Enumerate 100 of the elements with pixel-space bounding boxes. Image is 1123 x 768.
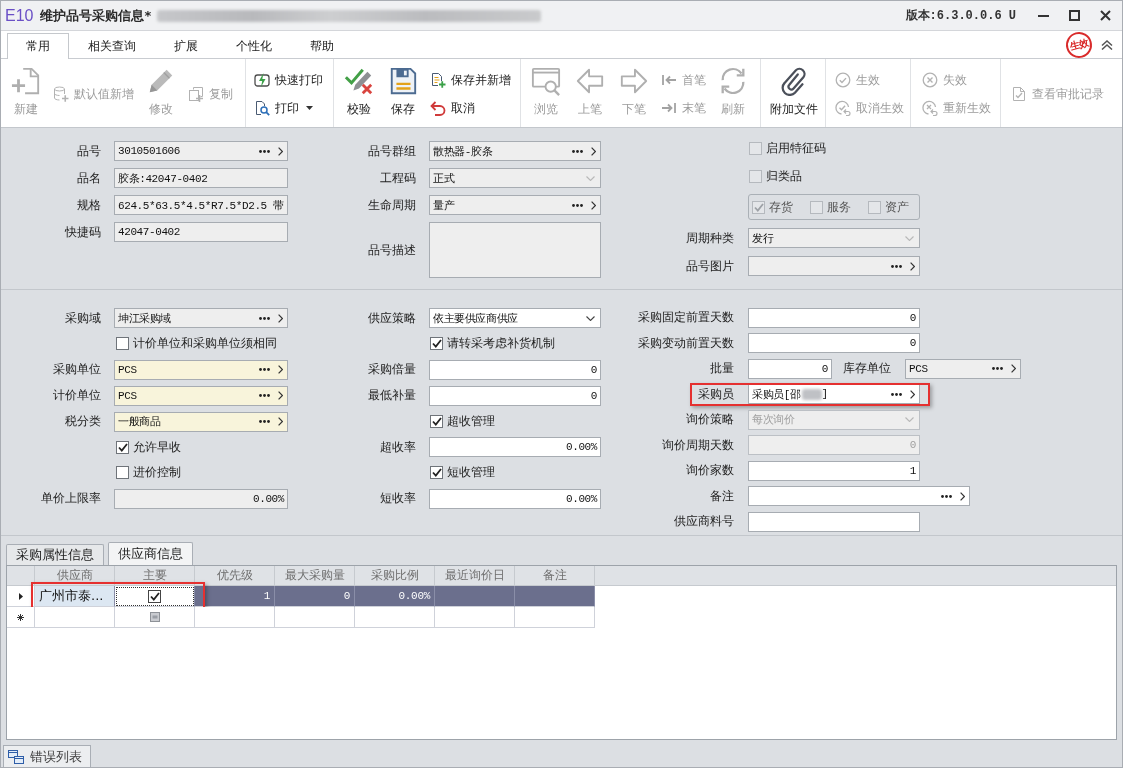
ellipsis-icon[interactable] — [259, 420, 270, 423]
toolbar-button[interactable]: 保存并新增 — [430, 71, 511, 89]
checkbox-label: 允许早收 — [133, 438, 181, 456]
chevron-right-icon[interactable] — [278, 313, 283, 323]
disabled-checkbox-icon — [149, 612, 160, 622]
ribbon-tab[interactable]: 帮助 — [291, 34, 353, 58]
ellipsis-icon[interactable] — [572, 149, 583, 153]
dropdown-field[interactable]: 发行 — [748, 228, 920, 248]
number-field[interactable]: 0.00% — [429, 437, 601, 457]
lookup-field[interactable]: 一般商品 — [114, 411, 288, 432]
page-plus-icon — [11, 66, 41, 96]
lookup-field[interactable]: PCS — [114, 385, 288, 406]
checkbox[interactable] — [430, 337, 443, 351]
number-field[interactable]: 0.00% — [114, 488, 288, 509]
ellipsis-icon[interactable] — [891, 264, 902, 268]
ellipsis-icon[interactable] — [992, 367, 1003, 371]
field-label: 品名 — [76, 169, 101, 187]
lookup-field[interactable] — [748, 256, 920, 276]
number-field[interactable]: 0 — [748, 358, 832, 379]
chevron-right-icon[interactable] — [278, 417, 283, 426]
ellipsis-icon[interactable] — [259, 368, 270, 371]
number-field[interactable]: 0 — [429, 385, 601, 406]
number-field[interactable]: 0 — [748, 333, 920, 354]
dropdown-field[interactable]: 正式 — [429, 168, 601, 188]
lookup-field[interactable]: PCS — [114, 359, 288, 380]
panel-tab[interactable]: 错误列表 — [3, 745, 91, 767]
field-label: 批量 — [709, 360, 734, 378]
checkbox[interactable] — [430, 414, 443, 428]
ellipsis-icon[interactable] — [259, 149, 270, 153]
field-label: 库存单位 — [843, 360, 891, 378]
checkbox[interactable] — [116, 440, 129, 454]
ellipsis-icon[interactable] — [572, 203, 583, 207]
chevron-right-icon[interactable] — [591, 200, 596, 210]
toolbar-button[interactable]: 快速打印 — [254, 71, 323, 89]
field-label: 品号 — [76, 142, 101, 160]
toolbar-button[interactable]: 保存 — [381, 59, 425, 127]
toolbar-button[interactable]: 打印 — [254, 99, 313, 117]
field-label: 采购倍量 — [367, 361, 416, 378]
dropdown-field[interactable]: 依主要供应商供应 — [429, 308, 601, 328]
text-field[interactable]: 胶条:42047-0402 — [114, 168, 288, 188]
text-field[interactable]: 42047-0402 — [114, 222, 288, 242]
lookup-field[interactable]: 坤江采购域 — [114, 308, 288, 328]
window-list-icon — [8, 749, 24, 764]
chevron-right-icon[interactable] — [960, 491, 965, 501]
chevron-right-icon[interactable] — [278, 365, 283, 374]
toolbar-button[interactable]: 附加文件 — [764, 59, 824, 127]
document-check-icon — [1011, 86, 1027, 102]
chevron-right-icon[interactable] — [910, 261, 915, 271]
text-field[interactable]: 624.5*63.5*4.5*R7.5*D2.5 带 — [114, 195, 288, 215]
lookup-field[interactable]: 散热器-胶条 — [429, 141, 601, 161]
field-label: 短收率 — [379, 490, 416, 507]
undo-arrow-icon — [430, 100, 446, 116]
number-field[interactable]: 0.00% — [429, 488, 601, 509]
lookup-field[interactable] — [748, 486, 970, 507]
chevron-down-icon[interactable] — [586, 315, 595, 321]
field-label: 采购单位 — [52, 361, 101, 378]
window-title: 维护品号采购信息* — [40, 6, 152, 25]
minimize-icon[interactable] — [1038, 14, 1049, 17]
checkbox[interactable] — [116, 337, 129, 351]
ellipsis-icon[interactable] — [941, 494, 952, 498]
ribbon-tab[interactable]: 常用 — [7, 33, 69, 59]
maximize-icon[interactable] — [1069, 10, 1080, 21]
checkbox[interactable] — [430, 466, 443, 480]
ribbon-tab[interactable]: 相关查询 — [69, 34, 155, 58]
chevron-right-icon[interactable] — [910, 389, 915, 399]
lookup-field[interactable]: 量产 — [429, 195, 601, 215]
left-arrow-icon — [575, 66, 605, 96]
close-icon[interactable] — [1100, 10, 1111, 21]
ellipsis-icon[interactable] — [259, 394, 270, 397]
chevron-right-icon[interactable] — [1011, 364, 1016, 374]
toolbar-button[interactable]: 校验 — [337, 59, 381, 127]
checkbox-label: 进价控制 — [133, 464, 181, 482]
number-field[interactable]: 0 — [429, 359, 601, 380]
section-tab[interactable]: 供应商信息 — [108, 542, 193, 565]
ribbon-tab[interactable]: 个性化 — [217, 34, 291, 58]
lookup-field[interactable]: PCS — [905, 358, 1021, 379]
number-field[interactable]: 1 — [748, 460, 920, 481]
checkbox-label: 服务 — [827, 198, 851, 216]
number-field[interactable]: 0 — [748, 307, 920, 328]
checkbox-label: 归类品 — [766, 167, 802, 185]
lookup-field[interactable]: 采购员[邵 ] — [748, 384, 920, 405]
text-field[interactable] — [748, 511, 920, 532]
toolbar-button[interactable]: 取消 — [430, 99, 475, 117]
section-tab[interactable]: 采购属性信息 — [6, 544, 104, 565]
circle-cross-undo-icon — [922, 100, 938, 116]
collapse-icon[interactable] — [1101, 39, 1113, 50]
field-label: 品号描述 — [367, 241, 416, 259]
right-arrow-icon — [619, 66, 649, 96]
checkbox-label: 启用特征码 — [766, 139, 826, 157]
ellipsis-icon[interactable] — [259, 316, 270, 320]
chevron-right-icon[interactable] — [278, 146, 283, 156]
circle-cross-icon — [922, 72, 938, 88]
ribbon-tab[interactable]: 扩展 — [155, 34, 217, 58]
column-header: 供应商 — [35, 566, 115, 585]
field-label: 询价策略 — [685, 411, 734, 429]
checkbox[interactable] — [116, 466, 129, 480]
chevron-right-icon[interactable] — [591, 146, 596, 156]
ellipsis-icon[interactable] — [891, 392, 902, 396]
lookup-field[interactable]: 3010501606 — [114, 141, 288, 161]
chevron-right-icon[interactable] — [278, 391, 283, 400]
